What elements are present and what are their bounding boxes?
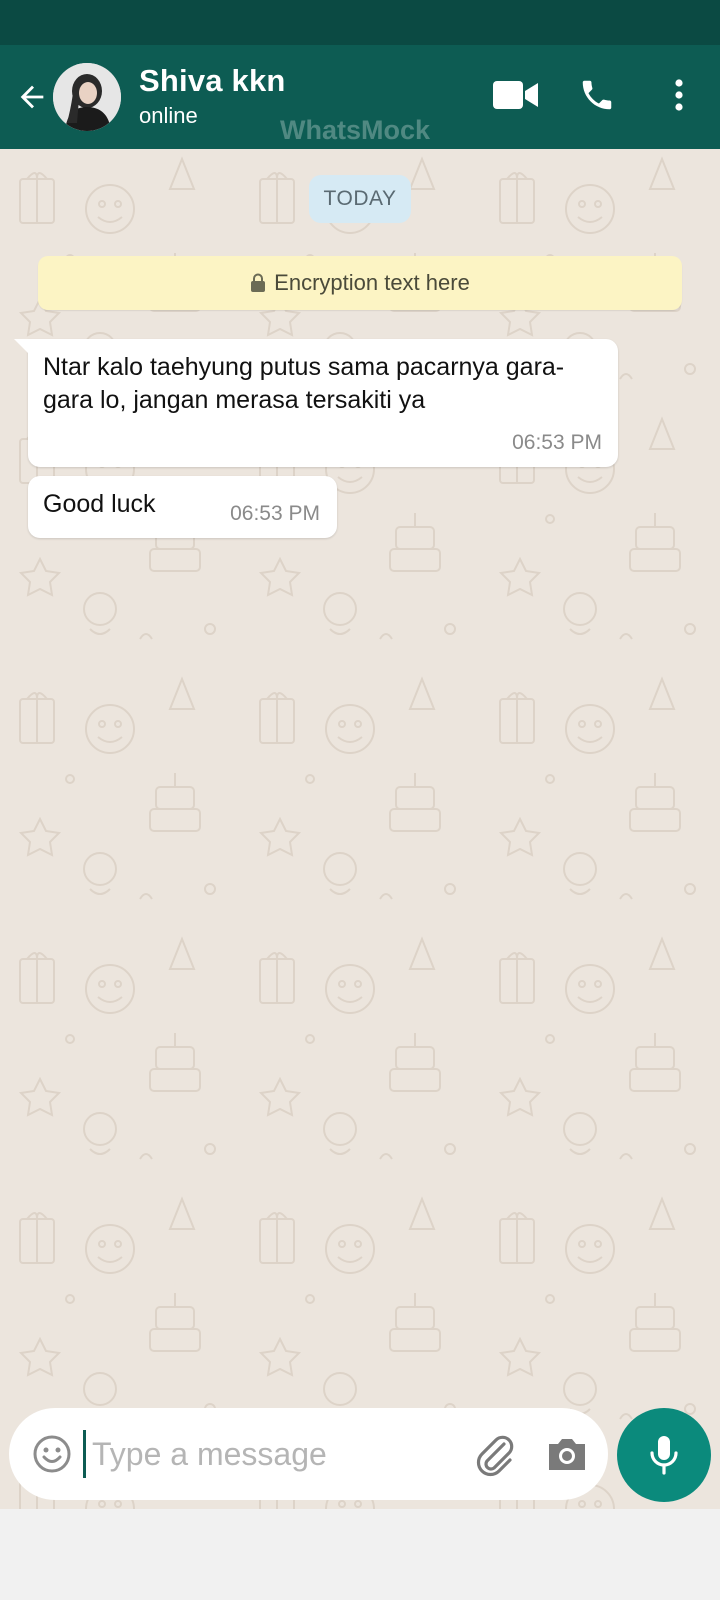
back-arrow-icon — [20, 85, 44, 109]
attach-button[interactable] — [471, 1430, 519, 1478]
paperclip-icon — [476, 1435, 514, 1477]
message-bubble[interactable]: Ntar kalo taehyung putus sama pacarnya g… — [14, 339, 618, 467]
voice-message-button[interactable] — [617, 1408, 711, 1502]
camera-icon — [549, 1439, 585, 1470]
voice-call-button[interactable] — [572, 67, 622, 123]
lock-icon — [251, 273, 266, 292]
watermark: WhatsMock — [280, 115, 431, 145]
back-button[interactable] — [10, 75, 54, 119]
chat-header: Shiva kkn online WhatsMock — [0, 45, 720, 149]
status-bar — [0, 0, 720, 45]
mic-icon — [650, 1436, 678, 1475]
contact-name[interactable]: Shiva kkn — [139, 63, 286, 99]
video-call-icon — [493, 81, 538, 109]
more-vert-icon — [675, 79, 683, 111]
phone-icon — [582, 80, 612, 110]
video-call-button[interactable] — [488, 67, 544, 123]
message-time: 06:53 PM — [230, 502, 320, 525]
message-composer — [9, 1408, 608, 1500]
chat-area[interactable]: TODAY Encryption text here Ntar kalo tae… — [0, 149, 720, 1509]
message-input[interactable] — [83, 1430, 463, 1478]
more-options-button[interactable] — [664, 67, 694, 123]
message-text: Good luck — [43, 490, 156, 518]
date-chip: TODAY — [309, 175, 411, 223]
encryption-notice[interactable]: Encryption text here — [38, 256, 682, 310]
message-time: 06:53 PM — [512, 431, 602, 454]
message-text: Ntar kalo taehyung putus sama pacarnya g… — [43, 353, 565, 414]
encryption-text: Encryption text here — [274, 270, 470, 295]
emoji-button[interactable] — [31, 1433, 73, 1475]
contact-status: online — [139, 103, 198, 128]
camera-button[interactable] — [543, 1430, 591, 1478]
message-bubble[interactable]: Good luck 06:53 PM — [28, 476, 337, 538]
contact-avatar[interactable] — [53, 63, 121, 131]
bubble-tail — [14, 339, 28, 353]
system-navigation-bar — [0, 1509, 720, 1600]
emoji-icon — [33, 1435, 71, 1473]
